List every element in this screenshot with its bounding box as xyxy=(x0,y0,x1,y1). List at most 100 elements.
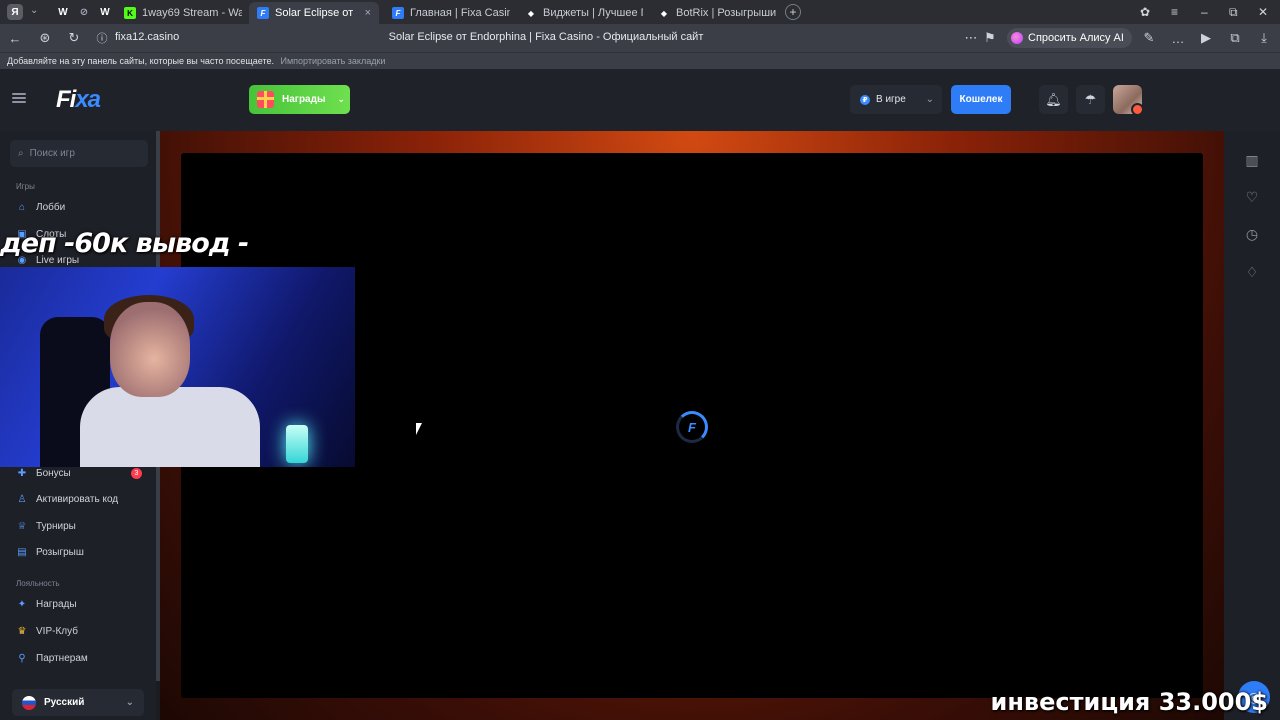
sidebar-item-rewards[interactable]: ✦ Награды xyxy=(16,594,146,614)
browser-menu-icon[interactable]: ≡ xyxy=(1171,0,1178,24)
sidebar-item-tournaments[interactable]: ♕ Турниры xyxy=(16,516,146,536)
tabs-menu-chevron-icon[interactable]: ⌄ xyxy=(30,5,38,16)
crown-icon: ♛ xyxy=(17,625,27,637)
bookmarks-bar: Добавляйте на эту панель сайты, которые … xyxy=(0,52,1280,69)
ask-alice-button[interactable]: Спросить Алису AI xyxy=(1007,28,1132,48)
fixa-logo[interactable]: Fixa xyxy=(56,86,101,114)
pinned-tab-w-icon[interactable]: W xyxy=(55,4,71,20)
alice-label: Спросить Алису AI xyxy=(1028,32,1124,44)
ellipsis-icon[interactable]: … xyxy=(1167,24,1189,52)
kick-icon: K xyxy=(124,7,136,19)
tab-botrix[interactable]: ◆ BotRix | Розыгрыши xyxy=(650,2,776,24)
sidebar-item-label: VIP-Клуб xyxy=(36,625,78,637)
code-icon: ♙ xyxy=(17,493,27,505)
rain-icon[interactable]: ☂ xyxy=(1076,85,1105,114)
diamond-favicon-icon: ◆ xyxy=(527,8,535,18)
avatar[interactable] xyxy=(1113,85,1144,116)
sidebar-item-giveaway[interactable]: ▤ Розыгрыш xyxy=(16,542,146,562)
collections-icon[interactable]: ⧉ xyxy=(1224,24,1246,52)
browser-logo-icon[interactable]: Я xyxy=(7,4,23,20)
tab-label: 1way69 Stream - Watch L xyxy=(142,7,242,19)
clock-icon[interactable]: ◷ xyxy=(1240,222,1264,246)
coin-icon: ₽ xyxy=(860,94,870,105)
pinned-tab-blocked-icon[interactable]: ⊘ xyxy=(76,4,92,20)
drop-icon[interactable]: ♢ xyxy=(1240,260,1264,284)
search-input[interactable]: ⌕ Поиск игр xyxy=(10,140,148,167)
sidebar-item-label: Партнерам xyxy=(36,652,88,664)
russia-flag-icon xyxy=(22,695,36,710)
import-bookmarks-link[interactable]: Импортировать закладки xyxy=(281,56,386,66)
trophy-icon: ♕ xyxy=(17,520,27,532)
minimize-icon[interactable]: – xyxy=(1201,0,1208,24)
language-label: Русский xyxy=(44,697,85,708)
sidebar-item-label: Награды xyxy=(36,598,77,610)
tab-fixa-home[interactable]: F Главная | Fixa Casino - Оф xyxy=(384,2,510,24)
site-header: Fixa Награды ⌄ ₽ В игре ⌄ Кошелек 🔔︎ ☂ xyxy=(0,69,1280,131)
stream-overlay-deposit-text: деп -60к вывод - xyxy=(0,228,249,259)
loading-spinner-icon: F xyxy=(676,411,708,443)
tab-solar-eclipse[interactable]: F Solar Eclipse от Endorp × xyxy=(249,2,379,24)
wallet-button[interactable]: Кошелек xyxy=(951,85,1011,114)
heart-icon[interactable]: ♡ xyxy=(1240,185,1264,209)
sidebar-item-partners[interactable]: ⚲ Партнерам xyxy=(16,648,146,668)
bookmarks-hint: Добавляйте на эту панель сайты, которые … xyxy=(7,56,274,66)
sidebar-item-vip[interactable]: ♛ VIP-Клуб xyxy=(16,621,146,641)
page-title: Solar Eclipse от Endorphina | Fixa Casin… xyxy=(388,31,704,43)
logo-main: Fi xyxy=(56,86,76,113)
rewards-label: Награды xyxy=(282,94,326,105)
bell-icon[interactable]: 🔔︎ xyxy=(1039,85,1068,114)
search-icon: ⌕ xyxy=(18,148,24,159)
search-placeholder: Поиск игр xyxy=(29,148,75,159)
mouse-cursor-icon xyxy=(416,423,422,435)
rewards-button[interactable]: Награды ⌄ xyxy=(249,85,350,114)
maximize-icon[interactable]: ⧉ xyxy=(1229,0,1238,24)
sidebar-item-lobby[interactable]: ⌂ Лобби xyxy=(16,197,146,217)
new-tab-button[interactable]: + xyxy=(785,4,801,20)
close-window-icon[interactable]: ✕ xyxy=(1258,0,1268,24)
download-icon[interactable]: ⤓ xyxy=(1253,24,1275,52)
tab-label: Solar Eclipse от Endorp xyxy=(275,7,355,19)
games-section-label: Игры xyxy=(16,182,35,191)
gift-icon xyxy=(257,91,274,108)
sidebar-item-activate-code[interactable]: ♙ Активировать код xyxy=(16,489,146,509)
alice-icon xyxy=(1011,32,1023,44)
gift-icon: ✚ xyxy=(17,467,27,479)
pinned-tab-w2-icon[interactable]: W xyxy=(97,4,113,20)
stream-overlay-investment-text: инвестиция 33.000$ xyxy=(990,688,1269,716)
sidebar-item-label: Лобби xyxy=(36,201,66,213)
diamond-favicon-icon: ◆ xyxy=(660,8,668,18)
in-game-balance-select[interactable]: ₽ В игре ⌄ xyxy=(850,85,942,114)
tab-label: BotRix | Розыгрыши xyxy=(676,7,776,19)
sidebar-item-label: Розыгрыш xyxy=(36,546,84,558)
loyalty-section-label: Лояльность xyxy=(16,579,60,588)
stats-icon[interactable]: ▥ xyxy=(1240,148,1264,172)
bonus-count-badge: 3 xyxy=(131,467,142,479)
close-tab-icon[interactable]: × xyxy=(365,7,371,19)
bookmark-icon[interactable]: ⚑ xyxy=(979,24,1001,52)
browser-tab-bar: Я ⌄ W ⊘ W K 1way69 Stream - Watch L F So… xyxy=(0,0,1280,24)
partner-icon: ⚲ xyxy=(18,652,26,664)
sidebar-item-label: Бонусы xyxy=(36,467,71,479)
home-icon: ⌂ xyxy=(18,201,26,213)
pencil-icon[interactable]: ✎ xyxy=(1138,24,1160,52)
ticket-icon: ▤ xyxy=(17,546,27,558)
tab-label: Виджеты | Лучшее ПО дл xyxy=(543,7,643,19)
sidebar-item-label: Активировать код xyxy=(36,493,119,505)
chevron-down-icon: ⌄ xyxy=(925,94,934,105)
rewards-icon: ✦ xyxy=(17,598,27,610)
tab-widgets[interactable]: ◆ Виджеты | Лучшее ПО дл xyxy=(517,2,643,24)
media-icon[interactable]: ▶ xyxy=(1195,24,1217,52)
language-select[interactable]: Русский ⌄ xyxy=(12,689,144,716)
tab-label: Главная | Fixa Casino - Оф xyxy=(410,7,510,19)
tab-kick-stream[interactable]: K 1way69 Stream - Watch L xyxy=(116,2,242,24)
fixa-favicon-icon: F xyxy=(257,7,269,19)
right-rail xyxy=(1224,131,1280,720)
ingame-label: В игре xyxy=(876,94,906,105)
chevron-down-icon: ⌄ xyxy=(337,94,346,104)
chevron-down-icon: ⌄ xyxy=(125,697,134,708)
menu-icon[interactable] xyxy=(12,93,26,103)
streamer-webcam xyxy=(0,267,355,467)
logo-accent: xa xyxy=(75,86,101,113)
profile-icon[interactable]: ✿ xyxy=(1140,0,1150,24)
fixa-favicon-icon: F xyxy=(392,7,404,19)
